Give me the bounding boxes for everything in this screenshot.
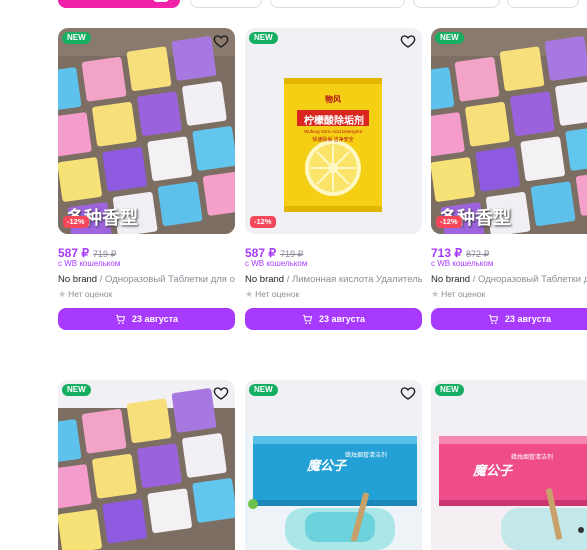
product-card[interactable]: NEW bbox=[58, 380, 235, 550]
price-row: 587 ₽ 719 ₽ bbox=[245, 244, 422, 260]
product-title[interactable]: No brand / Одноразовый Таблетки для о… bbox=[58, 274, 235, 287]
star-icon: ★ bbox=[431, 289, 440, 299]
product-name: Одноразовый Таблетки для bbox=[478, 274, 587, 285]
discount-badge: -12% bbox=[63, 216, 89, 228]
box-title: 魔公子 bbox=[473, 463, 513, 478]
product-name: Лимонная кислота Удалитель… bbox=[292, 274, 422, 285]
price-row: 713 ₽ 872 ₽ bbox=[431, 244, 587, 260]
product-card[interactable]: 魔公子 蜡烛烟管清洁剂 NEW bbox=[431, 380, 587, 550]
delivery-date: 23 августа bbox=[505, 314, 551, 324]
product-card[interactable]: 多种香型 NEW -12% 713 ₽872 ₽ с WB кошельком … bbox=[431, 28, 587, 330]
product-image[interactable]: 魔公子 蜡烛烟管清洁剂 NEW bbox=[245, 380, 422, 550]
brand: No brand bbox=[58, 274, 98, 285]
new-badge: NEW bbox=[62, 384, 91, 396]
rating-text: Нет оценок bbox=[441, 289, 486, 299]
add-to-cart-button[interactable]: 23 августа bbox=[431, 308, 587, 330]
add-to-cart-button[interactable]: 23 августа bbox=[245, 308, 422, 330]
new-badge: NEW bbox=[435, 384, 464, 396]
price-row: 587 ₽ 719 ₽ bbox=[58, 244, 235, 260]
separator: / bbox=[470, 274, 479, 285]
product-title[interactable]: No brand / Одноразовый Таблетки для bbox=[431, 274, 587, 287]
filter-chip[interactable] bbox=[413, 0, 500, 8]
product-card[interactable]: 魔公子 蜡烛烟管清洁剂 NEW bbox=[245, 380, 422, 550]
separator: / bbox=[97, 274, 106, 285]
delivery-date: 23 августа bbox=[132, 314, 178, 324]
discount-badge: -12% bbox=[436, 216, 462, 228]
price: 587 ₽ bbox=[245, 246, 276, 260]
old-price: 719 ₽ bbox=[93, 249, 117, 259]
star-icon: ★ bbox=[245, 289, 254, 299]
filter-chip[interactable] bbox=[190, 0, 262, 8]
old-price: 719 ₽ bbox=[280, 249, 304, 259]
delivery-date: 23 августа bbox=[319, 314, 365, 324]
product-image[interactable]: 多种香型 NEW -12% bbox=[431, 28, 587, 234]
wallet-note: с WB кошельком bbox=[245, 259, 308, 268]
toggle-icon bbox=[153, 0, 169, 2]
wallet-note: с WB кошельком bbox=[58, 259, 121, 268]
product-image[interactable]: NEW bbox=[58, 380, 235, 550]
wallet-note: с WB кошельком bbox=[431, 259, 494, 268]
sachets-image bbox=[58, 380, 235, 550]
heart-outline-icon[interactable] bbox=[400, 33, 416, 49]
new-badge: NEW bbox=[62, 32, 91, 44]
package-subtitle: Wufeng Citric Acid Detergent bbox=[304, 129, 362, 134]
brand: No brand bbox=[245, 274, 285, 285]
product-title[interactable]: No brand / Лимонная кислота Удалитель… bbox=[245, 274, 422, 287]
cart-icon bbox=[302, 314, 313, 324]
box-title: 魔公子 bbox=[307, 458, 347, 473]
price: 713 ₽ bbox=[431, 246, 462, 260]
filter-chip-active[interactable] bbox=[58, 0, 180, 8]
add-to-cart-button[interactable]: 23 августа bbox=[58, 308, 235, 330]
new-badge: NEW bbox=[249, 384, 278, 396]
product-image[interactable]: 魔公子 蜡烛烟管清洁剂 NEW bbox=[431, 380, 587, 550]
new-badge: NEW bbox=[435, 32, 464, 44]
cart-icon bbox=[488, 314, 499, 324]
package-title: 柠檬酸除垢剂 bbox=[304, 116, 364, 127]
product-card[interactable]: 物风 柠檬酸除垢剂 Wufeng Citric Acid Detergent 快… bbox=[245, 28, 422, 330]
product-image[interactable]: 物风 柠檬酸除垢剂 Wufeng Citric Acid Detergent 快… bbox=[245, 28, 422, 234]
filter-chip[interactable] bbox=[507, 0, 579, 8]
rating: ★ Нет оценок bbox=[431, 289, 587, 301]
product-card[interactable]: 多种香型 NEW -12% 587 ₽719 ₽ с WB кошельком … bbox=[58, 28, 235, 330]
package-brand: 物风 bbox=[325, 95, 341, 104]
cart-icon bbox=[115, 314, 126, 324]
box-label: 蜡烛烟管清洁剂 bbox=[345, 453, 388, 459]
old-price: 872 ₽ bbox=[466, 249, 490, 259]
product-name: Одноразовый Таблетки для о… bbox=[105, 274, 235, 285]
rating-text: Нет оценок bbox=[68, 289, 113, 299]
discount-badge: -12% bbox=[250, 216, 276, 228]
new-badge: NEW bbox=[249, 32, 278, 44]
star-icon: ★ bbox=[58, 289, 67, 299]
filter-chip[interactable] bbox=[270, 0, 405, 8]
box-label: 蜡烛烟管清洁剂 bbox=[511, 455, 554, 461]
heart-outline-icon[interactable] bbox=[400, 385, 416, 401]
rating: ★ Нет оценок bbox=[58, 289, 235, 301]
package-tag: 快速除垢 洁净安全 bbox=[312, 137, 354, 143]
brand: No brand bbox=[431, 274, 471, 285]
filter-bar bbox=[0, 0, 587, 8]
heart-outline-icon[interactable] bbox=[213, 385, 229, 401]
rating: ★ Нет оценок bbox=[245, 289, 422, 301]
rating-text: Нет оценок bbox=[255, 289, 300, 299]
separator: / bbox=[284, 274, 293, 285]
price: 587 ₽ bbox=[58, 246, 89, 260]
product-image[interactable]: 多种香型 NEW -12% bbox=[58, 28, 235, 234]
heart-outline-icon[interactable] bbox=[213, 33, 229, 49]
